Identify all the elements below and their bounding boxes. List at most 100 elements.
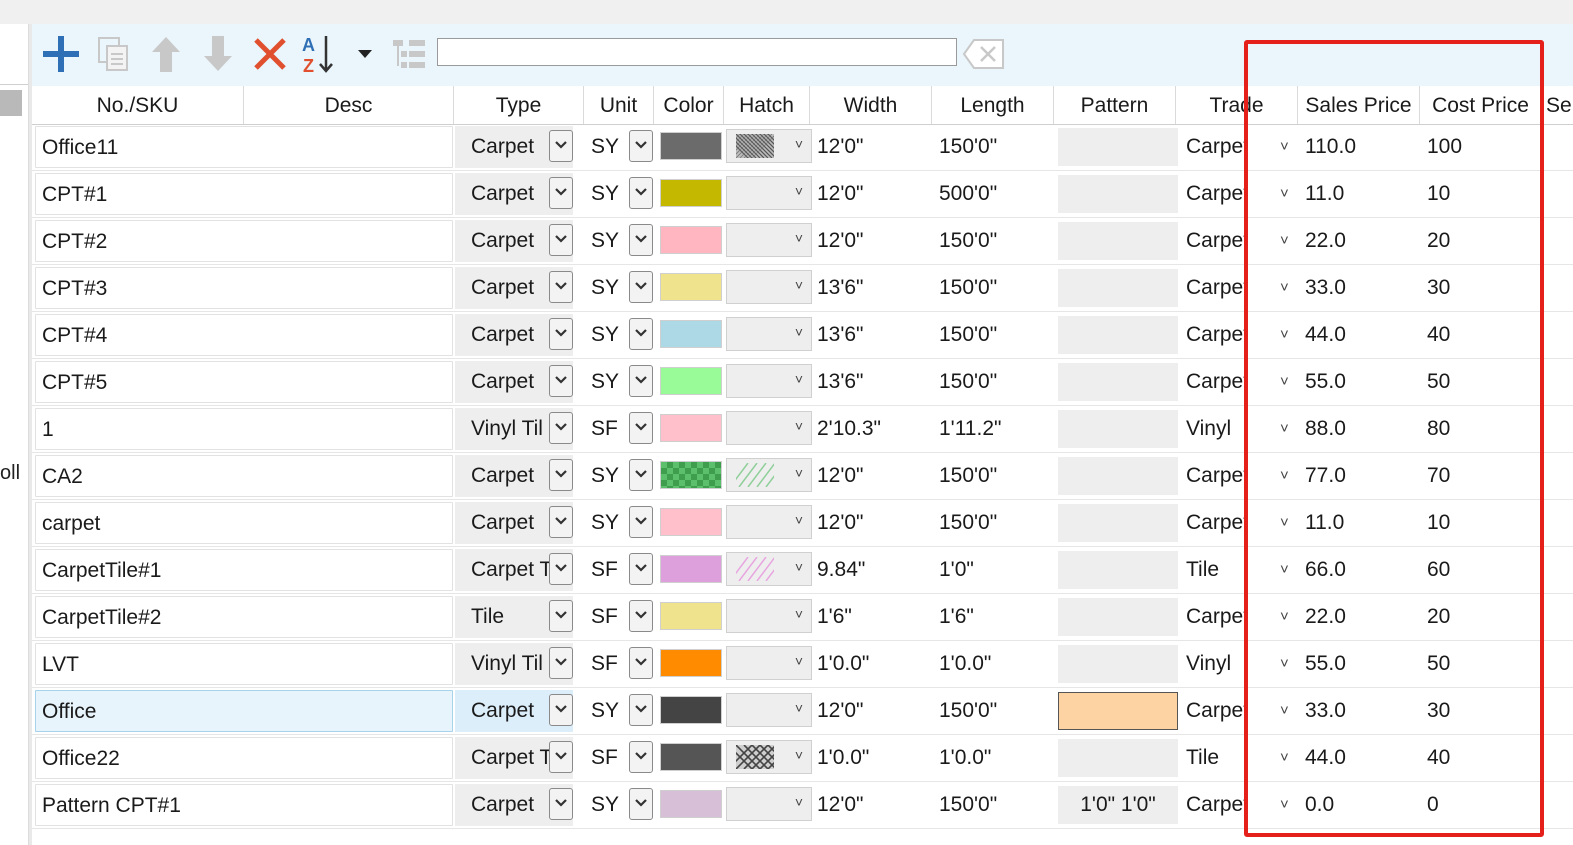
sales-price-cell[interactable]: 66.0: [1305, 549, 1415, 591]
length-cell[interactable]: 1'6": [939, 596, 1057, 638]
table-row[interactable]: Office Carpet SY ˅ 12'0" 150'0" Carpet ˅ 33.0 30: [32, 688, 1573, 735]
pattern-cell[interactable]: [1058, 692, 1178, 730]
pattern-cell[interactable]: [1058, 551, 1178, 589]
type-dropdown-button[interactable]: [549, 788, 573, 820]
column-header-unit[interactable]: Unit: [584, 86, 654, 124]
sales-price-cell[interactable]: 33.0: [1305, 267, 1415, 309]
unit-cell[interactable]: SY: [589, 361, 629, 403]
hatch-dropdown[interactable]: ˅: [726, 317, 812, 351]
color-swatch[interactable]: [660, 226, 722, 254]
length-cell[interactable]: 150'0": [939, 690, 1057, 732]
unit-dropdown-button[interactable]: [629, 694, 653, 726]
pattern-cell[interactable]: [1058, 222, 1178, 260]
delete-x-icon[interactable]: [248, 32, 292, 76]
table-row[interactable]: Office11 Carpet SY ˅ 12'0" 150'0" Carpet ˅ 110.0…: [32, 124, 1573, 171]
width-cell[interactable]: 12'0": [817, 126, 935, 168]
color-swatch[interactable]: [660, 320, 722, 348]
hatch-dropdown[interactable]: ˅: [726, 552, 812, 586]
sku-cell[interactable]: CPT#5: [35, 361, 453, 403]
hatch-dropdown[interactable]: ˅: [726, 411, 812, 445]
chevron-down-icon[interactable]: ˅: [1280, 361, 1289, 403]
table-row[interactable]: CPT#4 Carpet SY ˅ 13'6" 150'0" Carpet ˅ 44.0 40: [32, 312, 1573, 359]
sku-cell[interactable]: Office11: [35, 126, 453, 168]
hatch-dropdown[interactable]: ˅: [726, 364, 812, 398]
unit-cell[interactable]: SY: [589, 173, 629, 215]
sku-cell[interactable]: Office22: [35, 737, 453, 779]
cost-price-cell[interactable]: 20: [1427, 220, 1537, 262]
sku-cell[interactable]: Office: [35, 690, 453, 732]
length-cell[interactable]: 150'0": [939, 314, 1057, 356]
pattern-cell[interactable]: [1058, 128, 1178, 166]
sku-cell[interactable]: CPT#2: [35, 220, 453, 262]
hatch-dropdown[interactable]: ˅: [726, 787, 812, 821]
color-swatch[interactable]: [660, 649, 722, 677]
pattern-cell[interactable]: [1058, 363, 1178, 401]
trade-cell[interactable]: Carpet: [1186, 361, 1244, 403]
search-input[interactable]: [437, 38, 957, 66]
table-row[interactable]: CPT#2 Carpet SY ˅ 12'0" 150'0" Carpet ˅ 22.0 20: [32, 218, 1573, 265]
color-swatch[interactable]: [660, 602, 722, 630]
length-cell[interactable]: 1'0.0": [939, 737, 1057, 779]
unit-dropdown-button[interactable]: [629, 365, 653, 397]
cost-price-cell[interactable]: 20: [1427, 596, 1537, 638]
sku-cell[interactable]: carpet: [35, 502, 453, 544]
sales-price-cell[interactable]: 11.0: [1305, 173, 1415, 215]
unit-dropdown-button[interactable]: [629, 224, 653, 256]
type-dropdown-button[interactable]: [549, 130, 573, 162]
trade-cell[interactable]: Tile: [1186, 737, 1244, 779]
column-header-length[interactable]: Length: [932, 86, 1054, 124]
unit-cell[interactable]: SY: [589, 690, 629, 732]
type-dropdown-button[interactable]: [549, 553, 573, 585]
width-cell[interactable]: 1'0.0": [817, 643, 935, 685]
color-swatch[interactable]: [660, 790, 722, 818]
unit-dropdown-button[interactable]: [629, 600, 653, 632]
sales-price-cell[interactable]: 22.0: [1305, 220, 1415, 262]
unit-cell[interactable]: SY: [589, 784, 629, 826]
type-dropdown-button[interactable]: [549, 741, 573, 773]
unit-cell[interactable]: SY: [589, 267, 629, 309]
pattern-cell[interactable]: [1058, 457, 1178, 495]
hatch-dropdown[interactable]: ˅: [726, 505, 812, 539]
type-dropdown-button[interactable]: [549, 694, 573, 726]
chevron-down-icon[interactable]: ˅: [1280, 267, 1289, 309]
unit-cell[interactable]: SY: [589, 455, 629, 497]
column-header-type[interactable]: Type: [454, 86, 584, 124]
unit-dropdown-button[interactable]: [629, 741, 653, 773]
chevron-down-icon[interactable]: ˅: [1280, 737, 1289, 779]
hatch-dropdown[interactable]: ˅: [726, 646, 812, 680]
column-header-sales-price[interactable]: Sales Price: [1298, 86, 1420, 124]
sales-price-cell[interactable]: 55.0: [1305, 361, 1415, 403]
type-dropdown-button[interactable]: [549, 506, 573, 538]
color-swatch[interactable]: [660, 508, 722, 536]
unit-dropdown-button[interactable]: [629, 506, 653, 538]
unit-cell[interactable]: SF: [589, 596, 629, 638]
hatch-dropdown[interactable]: ˅: [726, 740, 812, 774]
cost-price-cell[interactable]: 30: [1427, 267, 1537, 309]
sort-dropdown-icon[interactable]: [348, 32, 382, 76]
unit-dropdown-button[interactable]: [629, 271, 653, 303]
trade-cell[interactable]: Carpet: [1186, 267, 1244, 309]
chevron-down-icon[interactable]: ˅: [1280, 596, 1289, 638]
column-header-truncated[interactable]: Se: [1542, 86, 1573, 124]
width-cell[interactable]: 12'0": [817, 173, 935, 215]
width-cell[interactable]: 12'0": [817, 502, 935, 544]
sales-price-cell[interactable]: 88.0: [1305, 408, 1415, 450]
arrow-up-icon[interactable]: [144, 32, 188, 76]
sku-cell[interactable]: LVT: [35, 643, 453, 685]
length-cell[interactable]: 1'11.2": [939, 408, 1057, 450]
trade-cell[interactable]: Vinyl: [1186, 408, 1244, 450]
sku-cell[interactable]: CPT#1: [35, 173, 453, 215]
table-row[interactable]: CPT#3 Carpet SY ˅ 13'6" 150'0" Carpet ˅ 33.0 30: [32, 265, 1573, 312]
table-row[interactable]: Office22 Carpet T SF ˅ 1'0.0" 1'0.0" Tile ˅ 44.0…: [32, 735, 1573, 782]
color-swatch[interactable]: [660, 179, 722, 207]
table-row[interactable]: carpet Carpet SY ˅ 12'0" 150'0" Carpet ˅ 11.0 10: [32, 500, 1573, 547]
sku-cell[interactable]: CarpetTile#2: [35, 596, 453, 638]
column-header-width[interactable]: Width: [810, 86, 932, 124]
table-row[interactable]: CarpetTile#2 Tile SF ˅ 1'6" 1'6" Carpet ˅ 22.0 20: [32, 594, 1573, 641]
column-header-pattern[interactable]: Pattern: [1054, 86, 1176, 124]
length-cell[interactable]: 150'0": [939, 502, 1057, 544]
length-cell[interactable]: 150'0": [939, 784, 1057, 826]
sales-price-cell[interactable]: 22.0: [1305, 596, 1415, 638]
clear-search-icon[interactable]: [962, 32, 1006, 76]
sku-cell[interactable]: CarpetTile#1: [35, 549, 453, 591]
